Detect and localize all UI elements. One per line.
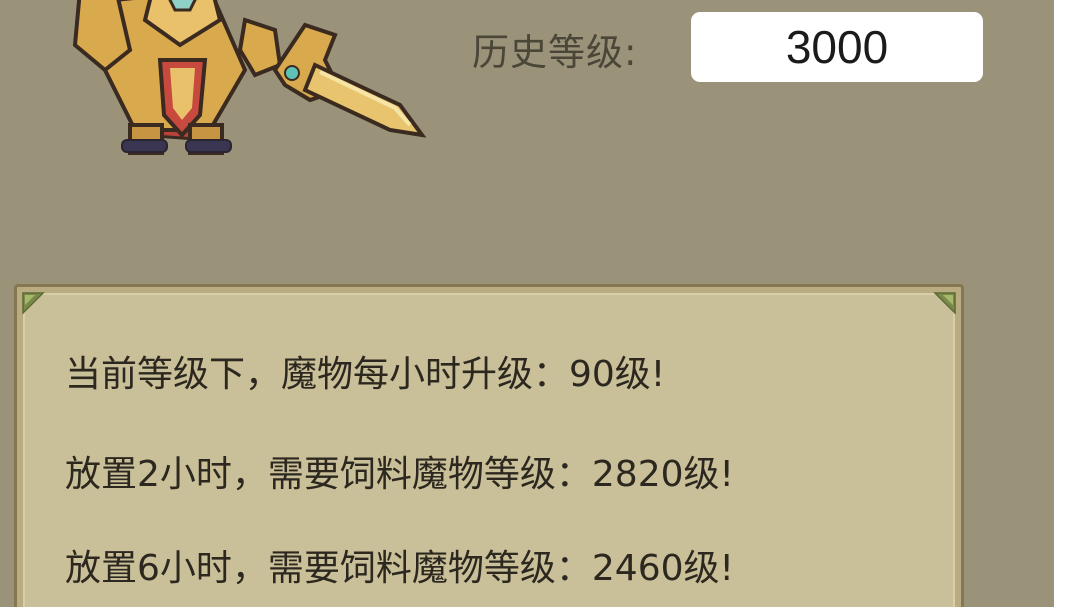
- info-panel: 当前等级下，魔物每小时升级：90级! 放置2小时，需要饲料魔物等级：2820级!…: [14, 284, 964, 607]
- right-edge-strip: [1054, 0, 1080, 607]
- leaf-ornament-icon: [933, 292, 956, 315]
- knight-character-sprite: [60, 0, 440, 160]
- feed-level-6h-text: 放置6小时，需要饲料魔物等级：2460级!: [65, 548, 734, 589]
- feed-level-2h-text: 放置2小时，需要饲料魔物等级：2820级!: [65, 454, 734, 495]
- game-screen: 历史等级: 3000 当前等级下，魔物每小时升级：90级! 放置2小时，需要饲料…: [0, 0, 1054, 607]
- history-level-box: 3000: [691, 12, 983, 82]
- upgrade-rate-text: 当前等级下，魔物每小时升级：90级!: [65, 354, 666, 395]
- leaf-ornament-icon: [22, 292, 45, 315]
- history-level-value: 3000: [785, 21, 889, 73]
- history-level-label: 历史等级:: [472, 31, 638, 74]
